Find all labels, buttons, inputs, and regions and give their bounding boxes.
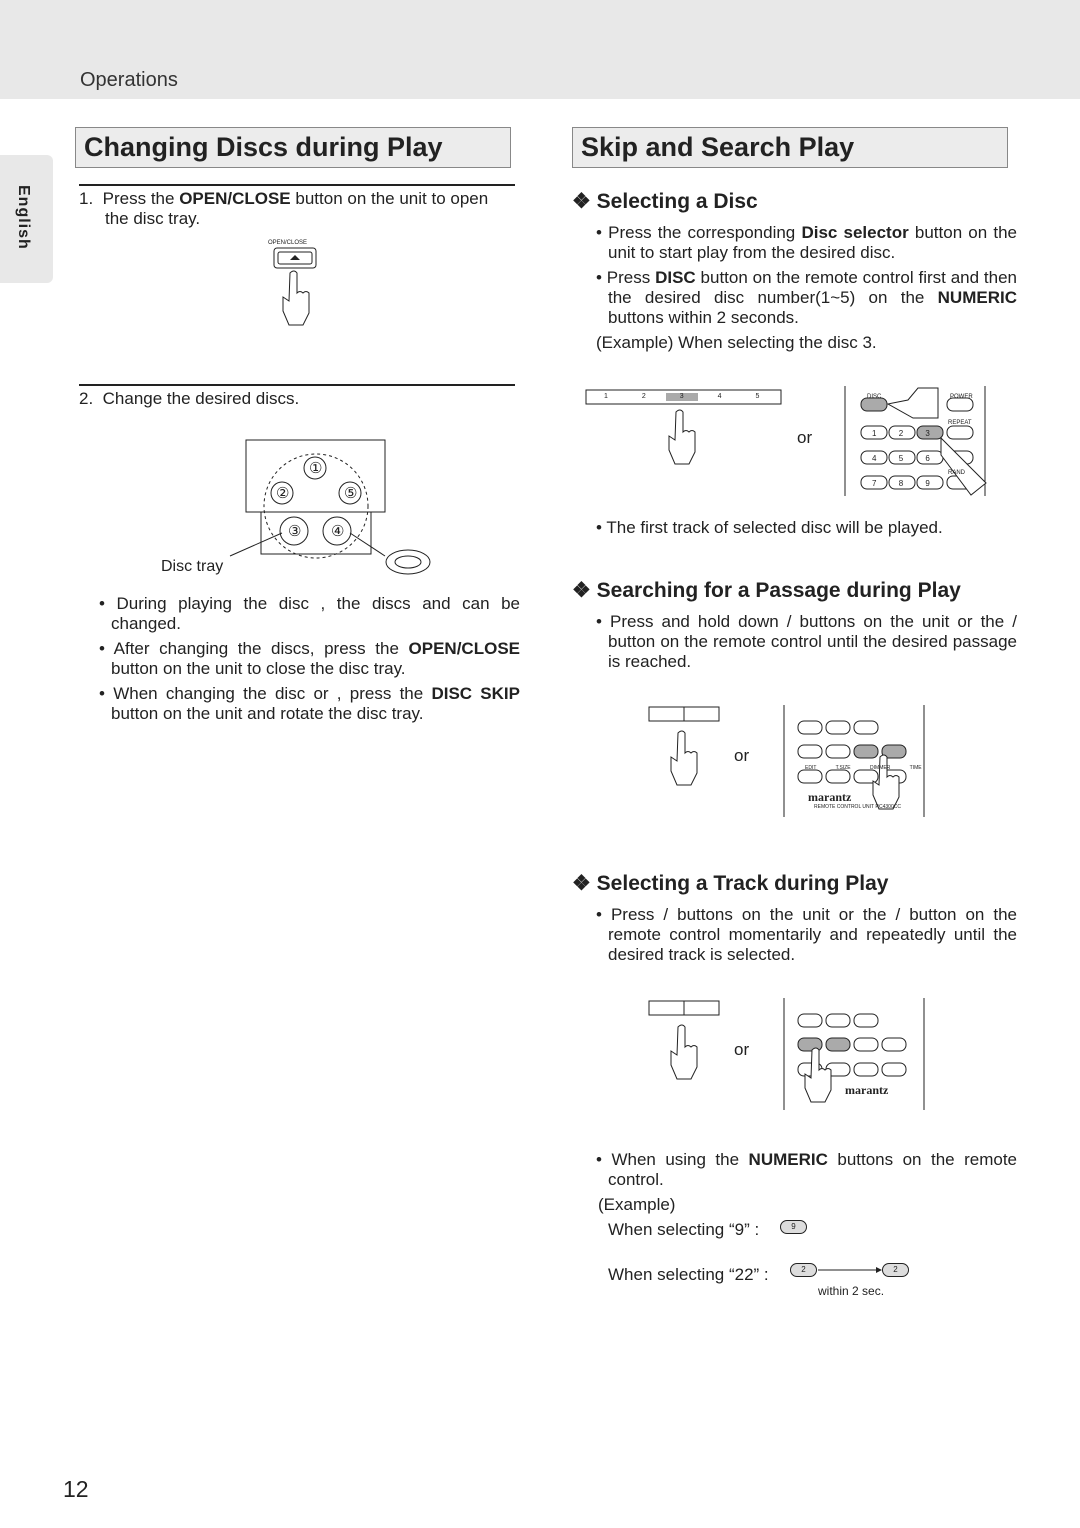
within-label: within 2 sec. xyxy=(818,1284,885,1298)
remote-search-illustration xyxy=(783,705,925,817)
example-label: (Example) xyxy=(598,1195,676,1214)
disc-tray-illustration xyxy=(229,439,431,575)
example-text: (Example) When selecting the disc 3. xyxy=(596,333,877,352)
or-label: or xyxy=(797,428,813,447)
remote-keys-row2: 4 5 6 xyxy=(872,454,930,463)
unit-skip-illustration xyxy=(648,706,720,786)
heading-selecting-disc: ❖ Selecting a Disc xyxy=(572,190,758,213)
page-number: 12 xyxy=(63,1476,89,1502)
disc-3-label: ③ xyxy=(288,523,302,540)
remote-keys-row3: 7 8 9 xyxy=(872,479,930,488)
disc-tray-label: Disc tray xyxy=(161,558,224,575)
remote-labels: EDIT T.SIZE DIMMER TIME xyxy=(805,765,922,771)
bullet: • Press and hold down / buttons on the u… xyxy=(596,612,1017,671)
unit-skip-illustration xyxy=(648,1000,720,1080)
language-tab: English xyxy=(0,155,53,283)
disc-1-label: ① xyxy=(309,460,323,477)
disc-5-label: ⑤ xyxy=(344,485,358,502)
remote-rand-label: RAND xyxy=(948,470,966,476)
remote-power-label: POWER xyxy=(950,394,973,400)
left-section-title: Changing Discs during Play xyxy=(75,127,511,168)
selector-numbers: 1 2 3 4 5 xyxy=(604,393,760,400)
sec1-text: • Press the corresponding Disc selector … xyxy=(596,223,1017,353)
page-header: Operations xyxy=(0,0,1080,99)
remote-disc-label: DISC xyxy=(867,394,882,400)
divider xyxy=(79,184,515,186)
heading-selecting-track: ❖ Selecting a Track during Play xyxy=(572,872,889,895)
note: • The first track of selected disc will … xyxy=(596,518,943,537)
step-2: 2. Change the desired discs. xyxy=(79,389,300,408)
bullet: • Press the corresponding Disc selector … xyxy=(596,223,1018,262)
language-label: English xyxy=(15,185,32,250)
heading-searching: ❖ Searching for a Passage during Play xyxy=(572,579,961,602)
bullet: • After changing the discs, press the OP… xyxy=(99,639,520,678)
bullet: • During playing the disc , the discs an… xyxy=(99,594,520,633)
or-label: or xyxy=(734,1040,750,1059)
disc-4-label: ④ xyxy=(331,523,345,540)
divider xyxy=(79,384,515,386)
bullet: • When changing the disc or , press the … xyxy=(99,684,520,723)
bullet: • Press DISC button on the remote contro… xyxy=(596,268,1017,327)
arrow-icon xyxy=(818,1267,882,1273)
disc-selector-illustration xyxy=(585,389,782,465)
example-9-text: When selecting “9” : xyxy=(608,1220,760,1239)
section-label: Operations xyxy=(80,69,178,91)
left-bullets: • During playing the disc , the discs an… xyxy=(99,594,520,724)
right-section-title: Skip and Search Play xyxy=(572,127,1008,168)
step-1: 1. Press the OPEN/CLOSE button on the un… xyxy=(79,189,489,228)
open-close-illustration xyxy=(273,247,317,326)
disc-2-label: ② xyxy=(276,485,290,502)
key-2: 2 xyxy=(882,1263,909,1277)
bullet: • When using the NUMERIC buttons on the … xyxy=(596,1150,1017,1189)
key-9: 9 xyxy=(780,1220,807,1234)
brand-logo: marantz xyxy=(808,790,852,804)
remote-name: REMOTE CONTROL UNIT RC4300CC xyxy=(814,804,901,810)
bullet: • Press / buttons on the unit or the / b… xyxy=(596,905,1017,964)
remote-repeat-label: REPEAT xyxy=(948,420,972,426)
brand-logo: marantz xyxy=(845,1083,889,1097)
or-label: or xyxy=(734,746,750,765)
remote-keys-row1: 1 2 3 xyxy=(872,429,930,438)
example-22-text: When selecting “22” : xyxy=(608,1265,769,1284)
key-2: 2 xyxy=(790,1263,817,1277)
